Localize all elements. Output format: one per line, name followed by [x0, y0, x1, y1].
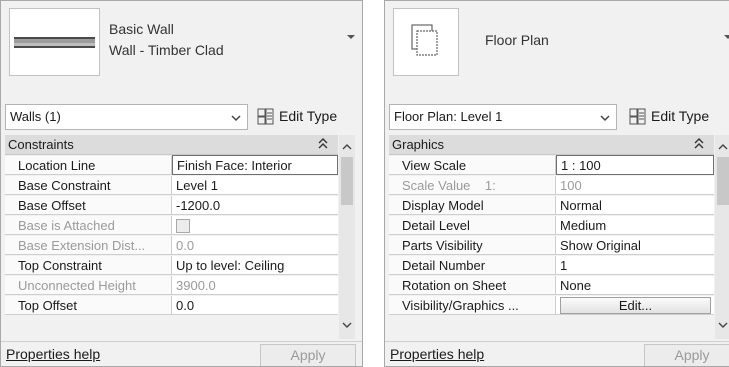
- properties-grid: Graphics View Scale 1 : 100 Scale Value …: [389, 135, 714, 339]
- property-value[interactable]: None: [556, 276, 714, 294]
- edit-type-button[interactable]: Edit Type: [629, 104, 729, 130]
- edit-type-label: Edit Type: [651, 108, 710, 124]
- property-row[interactable]: Rotation on Sheet None: [389, 276, 714, 295]
- property-row[interactable]: Location Line Finish Face: Interior: [5, 155, 338, 175]
- property-value[interactable]: Normal: [556, 196, 714, 214]
- property-value[interactable]: Show Original: [556, 236, 714, 254]
- property-row[interactable]: Detail Level Medium: [389, 216, 714, 235]
- property-name: Parts Visibility: [389, 236, 556, 254]
- floor-plan-icon: [411, 24, 438, 56]
- type-family-label: Basic Wall: [109, 21, 174, 37]
- property-name: Detail Number: [389, 256, 556, 274]
- property-value: 3900.0: [172, 276, 338, 294]
- instance-filter-label: Floor Plan: Level 1: [394, 109, 503, 124]
- property-row[interactable]: Top Constraint Up to level: Ceiling: [5, 256, 338, 275]
- properties-help-link[interactable]: Properties help: [6, 346, 100, 362]
- collapse-icon[interactable]: [694, 138, 704, 153]
- category-header-graphics[interactable]: Graphics: [389, 135, 714, 155]
- type-family-label: Floor Plan: [485, 32, 549, 48]
- property-value[interactable]: 0.0: [172, 296, 338, 314]
- type-name-label: Wall - Timber Clad: [109, 42, 224, 58]
- properties-grid: Constraints Location Line Finish Face: I…: [5, 135, 338, 339]
- scroll-thumb[interactable]: [341, 157, 353, 205]
- wall-properties-panel: Basic Wall Wall - Timber Clad Walls (1) …: [0, 0, 363, 367]
- property-name: Unconnected Height: [5, 276, 172, 294]
- properties-help-link[interactable]: Properties help: [390, 346, 484, 362]
- category-label: Constraints: [8, 137, 74, 152]
- property-row: Unconnected Height 3900.0: [5, 276, 338, 295]
- type-selector[interactable]: Basic Wall Wall - Timber Clad: [1, 1, 362, 81]
- property-value: 0.0: [172, 236, 338, 254]
- property-row[interactable]: Base Offset -1200.0: [5, 196, 338, 215]
- edit-type-icon: [257, 108, 274, 125]
- wall-layers-icon: [14, 37, 95, 48]
- scroll-down-icon[interactable]: [342, 321, 352, 329]
- property-value[interactable]: Finish Face: Interior: [172, 155, 338, 175]
- category-label: Graphics: [392, 137, 445, 152]
- property-name: Location Line: [5, 156, 172, 174]
- type-dropdown-icon[interactable]: [346, 33, 356, 41]
- edit-type-label: Edit Type: [279, 108, 338, 124]
- collapse-icon[interactable]: [318, 138, 328, 153]
- property-value[interactable]: Edit...: [556, 296, 714, 314]
- edit-visibility-button[interactable]: Edit...: [560, 297, 711, 314]
- property-name: Base Constraint: [5, 176, 172, 194]
- property-name: Base Offset: [5, 196, 172, 214]
- property-name: Visibility/Graphics ...: [389, 296, 556, 314]
- properties-scrollbar[interactable]: [339, 135, 355, 339]
- category-header-constraints[interactable]: Constraints: [5, 135, 338, 155]
- property-value[interactable]: -1200.0: [172, 196, 338, 214]
- scroll-down-icon[interactable]: [718, 321, 728, 329]
- property-row: Base Extension Dist... 0.0: [5, 236, 338, 255]
- checkbox: [176, 219, 190, 233]
- property-value[interactable]: 1 : 100: [556, 155, 714, 175]
- property-name: View Scale: [389, 156, 556, 174]
- properties-scrollbar[interactable]: [715, 135, 729, 339]
- property-value[interactable]: Up to level: Ceiling: [172, 256, 338, 274]
- scroll-up-icon[interactable]: [718, 143, 728, 151]
- property-row: Scale Value 1: 100: [389, 176, 714, 195]
- edit-type-button[interactable]: Edit Type: [257, 104, 361, 130]
- property-name: Detail Level: [389, 216, 556, 234]
- scroll-thumb[interactable]: [717, 157, 729, 205]
- property-value: [172, 216, 338, 234]
- property-name: Base Extension Dist...: [5, 236, 172, 254]
- property-name: Rotation on Sheet: [389, 276, 556, 294]
- instance-filter-label: Walls (1): [10, 109, 61, 124]
- type-dropdown-icon[interactable]: [723, 33, 729, 41]
- panel-footer: Properties help Apply: [1, 341, 362, 366]
- panel-footer: Properties help Apply: [385, 341, 729, 366]
- property-name: Scale Value 1:: [389, 176, 556, 194]
- property-name: Top Constraint: [5, 256, 172, 274]
- scroll-up-icon[interactable]: [342, 143, 352, 151]
- property-value[interactable]: 1: [556, 256, 714, 274]
- property-name: Base is Attached: [5, 216, 172, 234]
- property-row[interactable]: View Scale 1 : 100: [389, 155, 714, 175]
- property-row[interactable]: Display Model Normal: [389, 196, 714, 215]
- view-type-swatch: [393, 8, 459, 76]
- property-row[interactable]: Parts Visibility Show Original: [389, 236, 714, 255]
- view-properties-panel: Floor Plan Floor Plan: Level 1 Edit Type…: [384, 0, 729, 367]
- instance-filter-dropdown[interactable]: Walls (1): [5, 104, 248, 130]
- apply-button[interactable]: Apply: [644, 344, 729, 366]
- apply-button[interactable]: Apply: [260, 344, 356, 366]
- property-name: Top Offset: [5, 296, 172, 314]
- property-row[interactable]: Top Offset 0.0: [5, 296, 338, 315]
- property-row[interactable]: Visibility/Graphics ... Edit...: [389, 296, 714, 315]
- chevron-down-icon: [231, 115, 241, 122]
- edit-type-icon: [629, 108, 646, 125]
- property-name: Display Model: [389, 196, 556, 214]
- type-selector[interactable]: Floor Plan: [385, 1, 729, 81]
- property-row[interactable]: Detail Number 1: [389, 256, 714, 275]
- property-value[interactable]: Medium: [556, 216, 714, 234]
- property-row: Base is Attached: [5, 216, 338, 235]
- wall-type-swatch: [9, 8, 100, 76]
- instance-filter-dropdown[interactable]: Floor Plan: Level 1: [389, 104, 617, 130]
- property-row[interactable]: Base Constraint Level 1: [5, 176, 338, 195]
- property-value[interactable]: Level 1: [172, 176, 338, 194]
- chevron-down-icon: [600, 115, 610, 122]
- property-value: 100: [556, 176, 714, 194]
